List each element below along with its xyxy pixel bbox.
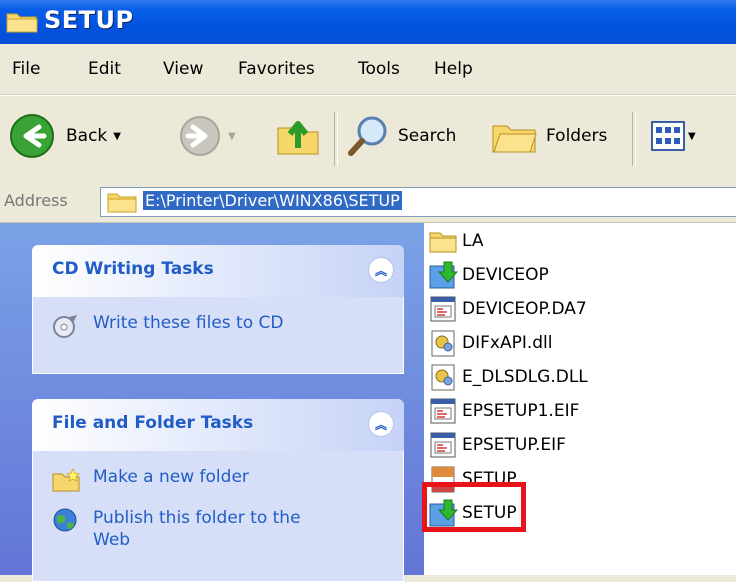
panel-title: File and Folder Tasks [52, 413, 254, 433]
address-bar: Address E:\Printer\Driver\WINX86\SETUP [0, 182, 736, 223]
list-item[interactable]: DEVICEOP [428, 259, 549, 291]
task-write-to-cd[interactable]: Write these files to CD [51, 313, 284, 339]
search-button[interactable]: Search [346, 106, 456, 166]
back-label: Back [66, 126, 108, 146]
cd-writing-tasks-panel: CD Writing Tasks ︽ Write these files to … [32, 245, 404, 374]
file-name: E_DLSDLG.DLL [462, 367, 588, 387]
search-icon [348, 116, 387, 156]
file-name: DEVICEOP.DA7 [462, 299, 587, 319]
address-path: E:\Printer\Driver\WINX86\SETUP [143, 191, 402, 210]
task-label: Publish this folder to the Web [93, 508, 301, 550]
task-make-new-folder[interactable]: Make a new folder [51, 467, 249, 493]
file-name: LA [462, 231, 484, 251]
list-item[interactable]: EPSETUP.EIF [428, 429, 566, 461]
toolbar-separator [334, 112, 338, 166]
folder-icon [6, 13, 38, 33]
folders-label: Folders [546, 126, 608, 146]
file-name: DEVICEOP [462, 265, 549, 285]
panel-body: Write these files to CD [32, 297, 404, 374]
views-icon [651, 121, 685, 151]
list-item[interactable]: DIFxAPI.dll [428, 327, 552, 359]
menu-file[interactable]: File [12, 59, 40, 79]
list-item[interactable]: EPSETUP1.EIF [428, 395, 579, 427]
back-button[interactable]: Back ▼ [8, 106, 121, 166]
data-file-icon [430, 296, 456, 322]
panel-body: Make a new folder Publish this folder to… [32, 451, 404, 582]
window-title: SETUP [44, 6, 134, 34]
folder-icon [107, 193, 137, 213]
chevron-down-icon[interactable]: ▼ [228, 131, 236, 142]
panel-header[interactable]: File and Folder Tasks ︽ [32, 399, 404, 451]
folders-button[interactable]: Folders [490, 106, 607, 166]
task-label: Make a new folder [93, 467, 249, 487]
folder-icon [429, 232, 457, 253]
toolbar: Back ▼ ▼ Search Folders ▼ [0, 95, 736, 183]
list-item[interactable]: DEVICEOP.DA7 [428, 293, 587, 325]
data-file-icon [430, 398, 456, 424]
collapse-icon[interactable]: ︽ [368, 411, 394, 437]
back-arrow-icon [10, 114, 54, 158]
forward-arrow-icon [180, 116, 220, 156]
menu-view[interactable]: View [163, 59, 203, 79]
task-pane: CD Writing Tasks ︽ Write these files to … [0, 223, 424, 582]
address-input[interactable]: E:\Printer\Driver\WINX86\SETUP [100, 187, 736, 217]
task-publish-to-web[interactable]: Publish this folder to the Web [51, 507, 311, 551]
views-button[interactable]: ▼ [650, 106, 696, 166]
up-folder-icon [277, 121, 319, 155]
file-folder-tasks-panel: File and Folder Tasks ︽ Make a new folde… [32, 399, 404, 582]
list-item[interactable]: LA [428, 225, 484, 257]
search-label: Search [398, 126, 457, 146]
menu-bar: File Edit View Favorites Tools Help [0, 44, 736, 95]
list-item[interactable]: E_DLSDLG.DLL [428, 361, 588, 393]
title-bar[interactable]: SETUP [0, 0, 736, 44]
chevron-down-icon[interactable]: ▼ [688, 131, 696, 142]
panel-header[interactable]: CD Writing Tasks ︽ [32, 245, 404, 297]
forward-button[interactable]: ▼ [178, 106, 236, 166]
toolbar-separator [632, 112, 636, 166]
highlight-box [422, 482, 526, 532]
menu-favorites[interactable]: Favorites [238, 59, 315, 79]
file-name: EPSETUP.EIF [462, 435, 566, 455]
address-label: Address [4, 191, 68, 210]
menu-edit[interactable]: Edit [88, 59, 121, 79]
new-folder-icon [52, 468, 80, 492]
menu-tools[interactable]: Tools [358, 59, 400, 79]
file-name: EPSETUP1.EIF [462, 401, 580, 421]
file-name: DIFxAPI.dll [462, 333, 553, 353]
cd-icon [53, 315, 77, 338]
dll-icon [431, 330, 455, 357]
chevron-down-icon[interactable]: ▼ [113, 131, 121, 142]
collapse-icon[interactable]: ︽ [368, 257, 394, 283]
data-file-icon [430, 432, 456, 458]
folders-icon [492, 125, 537, 153]
globe-icon [53, 508, 77, 532]
up-folder-button[interactable] [274, 106, 322, 166]
dll-icon [431, 364, 455, 391]
menu-help[interactable]: Help [434, 59, 473, 79]
task-label: Write these files to CD [93, 313, 284, 333]
panel-title: CD Writing Tasks [52, 259, 214, 279]
installer-icon [429, 261, 458, 289]
